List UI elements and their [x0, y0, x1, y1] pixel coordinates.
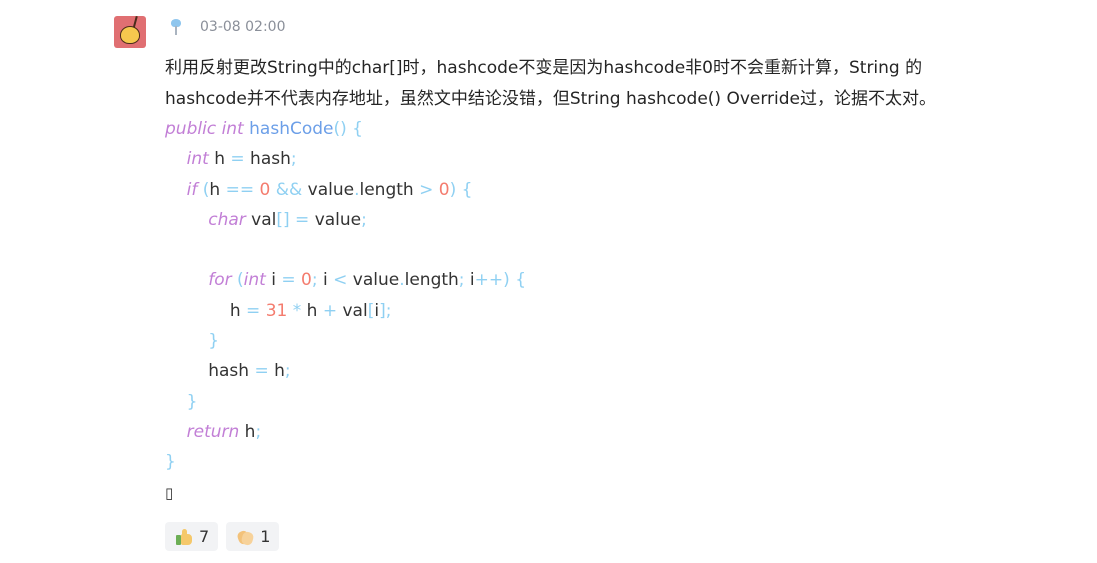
code-token: ] — [379, 300, 386, 321]
code-token: i — [464, 270, 475, 291]
comment-meta: 03-08 02:00 — [170, 17, 285, 37]
reactions-bar: 7 1 — [165, 522, 280, 551]
code-token: 0 — [301, 270, 312, 291]
code-token: } — [165, 452, 176, 473]
avatar-face — [120, 26, 140, 44]
code-token: ++ — [474, 270, 504, 291]
pin-badge-icon — [170, 18, 182, 36]
code-token: hashCode — [249, 119, 334, 139]
code-token: } — [186, 391, 198, 412]
reaction-clap[interactable]: 1 — [226, 522, 280, 551]
code-token: ; — [290, 149, 297, 170]
code-line: char val[] = value; — [165, 205, 965, 235]
code-token: 0 — [438, 179, 450, 200]
code-token: = — [295, 209, 310, 230]
code-token: value — [347, 270, 400, 291]
code-token: && — [275, 179, 303, 200]
code-block: public int hashCode() { int h = hash; if… — [165, 114, 965, 478]
code-token: hash — [165, 361, 255, 382]
code-token: length — [359, 179, 420, 200]
code-token: = — [254, 361, 269, 382]
code-token: > — [419, 179, 434, 200]
code-line: public int hashCode() { — [165, 114, 965, 144]
code-token: int — [243, 270, 266, 291]
code-line: for (int i = 0; i < value.length; i++) { — [165, 265, 965, 295]
code-token: = — [246, 300, 261, 321]
reaction-count: 7 — [199, 527, 210, 546]
comment-timestamp: 03-08 02:00 — [200, 19, 286, 35]
code-token: val — [245, 209, 277, 230]
code-token: ; — [385, 300, 392, 321]
code-token: return — [186, 421, 240, 442]
code-token: h — [239, 421, 256, 442]
comment-body: 利用反射更改String中的char[]时，hashcode不变是因为hashc… — [165, 53, 965, 506]
comment-text-line-2: hashcode并不代表内存地址，虽然文中结论没错，但String hashco… — [165, 88, 937, 109]
code-line: int h = hash; — [165, 144, 965, 174]
user-avatar[interactable] — [114, 16, 146, 48]
code-token: value — [302, 179, 355, 200]
code-token: = — [230, 149, 245, 170]
code-token: ( — [237, 270, 244, 291]
code-token: int — [221, 119, 244, 139]
code-token: < — [333, 270, 348, 291]
code-token: value — [309, 209, 362, 230]
reaction-count: 1 — [260, 527, 271, 546]
code-token: h — [209, 179, 226, 200]
code-token: h — [208, 149, 231, 170]
thumbs-up-icon — [175, 528, 193, 546]
code-token: i — [265, 270, 282, 291]
code-token: ) — [503, 270, 510, 291]
code-token: { — [515, 270, 527, 291]
code-token: hash — [244, 149, 291, 170]
code-token: 0 — [259, 179, 271, 200]
code-token: () — [333, 119, 347, 139]
code-token: h — [301, 300, 323, 321]
code-line: if (h == 0 && value.length > 0) { — [165, 175, 965, 205]
code-line: } — [165, 326, 965, 356]
code-token: public — [165, 119, 217, 139]
code-token: { — [352, 119, 363, 139]
code-token: val — [337, 300, 368, 321]
code-line: hash = h; — [165, 356, 965, 386]
code-token: i — [317, 270, 334, 291]
code-token: [] — [276, 209, 290, 230]
code-token: int — [186, 149, 209, 170]
code-token: { — [461, 179, 473, 200]
code-token: == — [225, 179, 255, 200]
comment-text-line-1: 利用反射更改String中的char[]时，hashcode不变是因为hashc… — [165, 58, 923, 78]
code-line: } — [165, 447, 965, 477]
code-token: = — [281, 270, 296, 291]
code-token: ; — [284, 361, 291, 382]
code-line: h = 31 * h + val[i]; — [165, 296, 965, 326]
code-token: + — [322, 300, 338, 321]
trailing-glyph: ▯ — [165, 483, 174, 502]
code-line: return h; — [165, 417, 965, 447]
clapping-hands-icon — [236, 528, 255, 546]
code-token: for — [208, 270, 232, 291]
code-token: ; — [361, 209, 367, 230]
code-token: length — [404, 270, 459, 291]
code-token: 31 — [265, 300, 288, 321]
code-token: h — [165, 300, 247, 321]
code-token: h — [268, 361, 285, 382]
code-token: } — [208, 331, 220, 352]
code-line: } — [165, 387, 965, 417]
code-token: ; — [255, 421, 262, 442]
code-token: if — [186, 179, 198, 200]
code-token: char — [208, 209, 246, 230]
reaction-thumbs-up[interactable]: 7 — [165, 522, 219, 551]
code-token: * — [292, 300, 302, 321]
